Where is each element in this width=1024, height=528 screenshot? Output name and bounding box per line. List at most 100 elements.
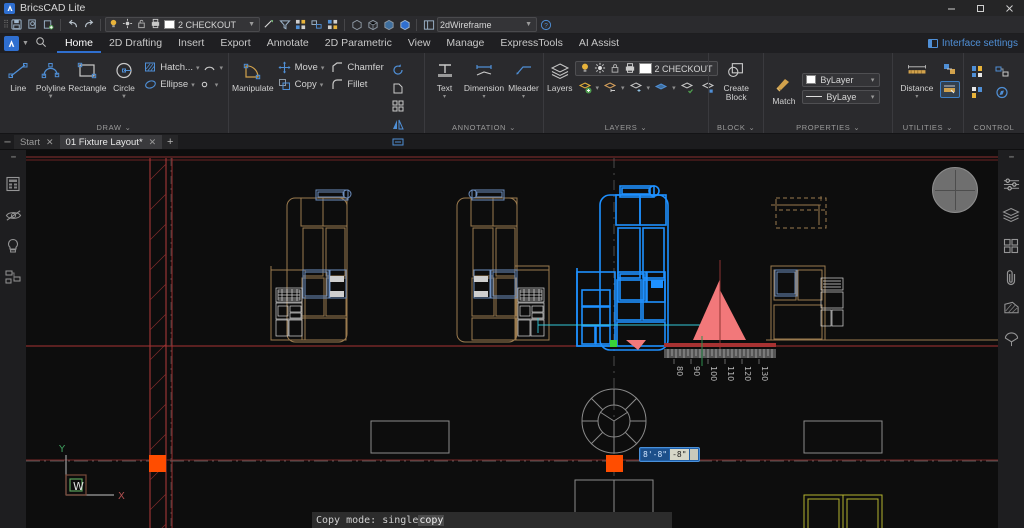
view-cube[interactable] xyxy=(932,167,978,213)
visual-style-shaded-icon[interactable] xyxy=(397,17,412,32)
layer-merge-icon[interactable] xyxy=(309,17,324,32)
layer-states-icon[interactable] xyxy=(293,17,308,32)
redo-icon[interactable] xyxy=(81,17,96,32)
manipulate-button[interactable]: Manipulate xyxy=(232,58,274,93)
chevron-down-icon[interactable]: ⌄ xyxy=(125,123,132,132)
circle-button[interactable]: Circle ▼ xyxy=(109,58,139,100)
color-combo[interactable]: ByLayer ▾ xyxy=(802,73,880,87)
ellipse-button[interactable]: Ellipse ▾ ▾ xyxy=(141,77,225,92)
toolbar-grip[interactable]: ⣿ xyxy=(3,19,8,31)
chevron-down-icon[interactable]: ▼ xyxy=(248,21,257,28)
variables-icon[interactable] xyxy=(968,84,988,101)
point-icon[interactable] xyxy=(198,78,212,92)
rectangle-button[interactable]: Rectangle xyxy=(68,58,107,93)
text-flyout-icon[interactable]: ▾ xyxy=(443,95,446,100)
tab-annotate[interactable]: Annotate xyxy=(259,34,317,53)
move-flyout-icon[interactable]: ▾ xyxy=(321,64,325,72)
tab-ai-assist[interactable]: AI Assist xyxy=(571,34,627,53)
attachments-clip-icon[interactable] xyxy=(1002,268,1020,286)
lock-icon[interactable] xyxy=(609,62,621,76)
tab-export[interactable]: Export xyxy=(212,34,258,53)
linetype-combo[interactable]: ByLaye ▾ xyxy=(802,90,880,104)
polyline-flyout-icon[interactable]: ▼ xyxy=(48,95,54,100)
structure-tree-icon[interactable] xyxy=(4,268,22,286)
layer-freeze-flyout-icon[interactable]: ▾ xyxy=(647,84,651,92)
layer-on-icon[interactable] xyxy=(108,18,119,32)
create-block-button[interactable]: Create Block xyxy=(715,58,757,102)
app-menu-button[interactable] xyxy=(4,36,19,51)
doc-tab-fixture-layout[interactable]: 01 Fixture Layout* ✕ xyxy=(60,135,163,149)
layer-new-icon[interactable] xyxy=(575,79,595,96)
layers-button[interactable]: Layers xyxy=(547,58,573,93)
left-rail-grip[interactable]: ▪▪▪ xyxy=(11,154,15,162)
close-icon[interactable]: ✕ xyxy=(46,137,54,148)
layer-freeze-icon[interactable] xyxy=(122,18,133,32)
mirror-icon[interactable] xyxy=(388,115,408,132)
command-line[interactable]: Copy mode: single copy Enter distance or… xyxy=(312,512,672,528)
ellipse-flyout-icon[interactable]: ▾ xyxy=(191,81,195,89)
text-button[interactable]: Text ▾ xyxy=(428,58,461,100)
viewstyle-icon[interactable] xyxy=(421,17,436,32)
circle-flyout-icon[interactable]: ▼ xyxy=(121,95,127,100)
layer-freeze-icon[interactable] xyxy=(626,79,646,96)
tab-view[interactable]: View xyxy=(400,34,439,53)
dimension-value-1[interactable]: 8'-8" xyxy=(641,449,669,460)
measure-icon[interactable] xyxy=(940,61,960,78)
match-properties-button[interactable]: Match xyxy=(767,71,800,106)
maximize-button[interactable] xyxy=(966,0,995,16)
visual-style-hidden-icon[interactable] xyxy=(365,17,380,32)
dimension-flyout-icon[interactable]: ▾ xyxy=(482,95,485,100)
panel-title-properties[interactable]: PROPERTIES ⌄ xyxy=(767,121,888,133)
chevron-down-icon[interactable]: ⌄ xyxy=(946,123,953,132)
doc-tab-start[interactable]: Start ✕ xyxy=(14,135,60,149)
mleader-flyout-icon[interactable]: ▾ xyxy=(522,95,525,100)
print-icon[interactable] xyxy=(624,62,636,76)
panel-title-annotation[interactable]: ANNOTATION ⌄ xyxy=(428,121,540,133)
layers-panel-icon[interactable] xyxy=(1002,206,1020,224)
chevron-down-icon[interactable]: ▾ xyxy=(871,76,877,84)
app-menu-chevron-icon[interactable]: ▼ xyxy=(22,40,29,47)
dimension-value-2[interactable]: -8" xyxy=(670,449,688,460)
layer-lock-icon[interactable] xyxy=(136,18,147,32)
chevron-down-icon[interactable]: ⌄ xyxy=(853,123,860,132)
array-icon[interactable] xyxy=(388,97,408,114)
ribbon-layer-control[interactable]: 2 CHECKOUT xyxy=(575,61,718,76)
lights-panel-icon[interactable] xyxy=(1002,330,1020,348)
save-icon[interactable] xyxy=(9,17,24,32)
blocks-panel-icon[interactable] xyxy=(1002,237,1020,255)
hatch-panel-icon[interactable] xyxy=(1002,299,1020,317)
chevron-down-icon[interactable]: ▾ xyxy=(871,93,877,101)
visual-style-combo[interactable]: 2dWireframe ▼ xyxy=(437,17,537,32)
search-icon[interactable] xyxy=(35,36,47,51)
settings-icon[interactable] xyxy=(968,63,988,80)
ribbon-layer-color-swatch[interactable] xyxy=(639,63,652,74)
panel-title-block[interactable]: BLOCK ⌄ xyxy=(712,121,760,133)
hatch-flyout-icon[interactable]: ▾ xyxy=(196,64,200,72)
properties-panel-icon[interactable] xyxy=(4,175,22,193)
layer-off-flyout-icon[interactable]: ▾ xyxy=(621,84,625,92)
interface-settings-button[interactable]: Interface settings xyxy=(928,38,1018,49)
right-rail-grip[interactable]: ▪▪▪ xyxy=(1009,154,1013,162)
publish-icon[interactable] xyxy=(41,17,56,32)
polyline-button[interactable]: Polyline ▼ xyxy=(35,58,65,100)
sun-icon[interactable] xyxy=(594,62,606,76)
chevron-down-icon[interactable]: ⌄ xyxy=(748,123,755,132)
layer-color-swatch[interactable] xyxy=(164,20,175,29)
dimension-input-tooltip[interactable]: 8'-8" -8" xyxy=(639,447,700,462)
arc-flyout-icon[interactable]: ▾ xyxy=(220,64,224,72)
close-button[interactable] xyxy=(995,0,1024,16)
help-icon[interactable]: ? xyxy=(538,17,553,32)
chevron-down-icon[interactable]: ⌄ xyxy=(509,123,516,132)
panel-title-utilities[interactable]: UTILITIES ⌄ xyxy=(896,121,960,133)
chamfer-button[interactable]: Chamfer xyxy=(328,60,385,75)
dimension-button[interactable]: Dimension ▾ xyxy=(463,58,505,100)
visual-style-conceptual-icon[interactable] xyxy=(349,17,364,32)
layer-tools-icon[interactable] xyxy=(325,17,340,32)
tab-home[interactable]: Home xyxy=(57,34,101,53)
layer-iso-flyout-icon[interactable]: ▾ xyxy=(672,84,676,92)
new-tab-button[interactable]: + xyxy=(162,135,178,149)
tab-insert[interactable]: Insert xyxy=(170,34,212,53)
fillet-button[interactable]: Fillet xyxy=(328,77,385,92)
layer-filter-icon[interactable] xyxy=(277,17,292,32)
visual-style-realistic-icon[interactable] xyxy=(381,17,396,32)
